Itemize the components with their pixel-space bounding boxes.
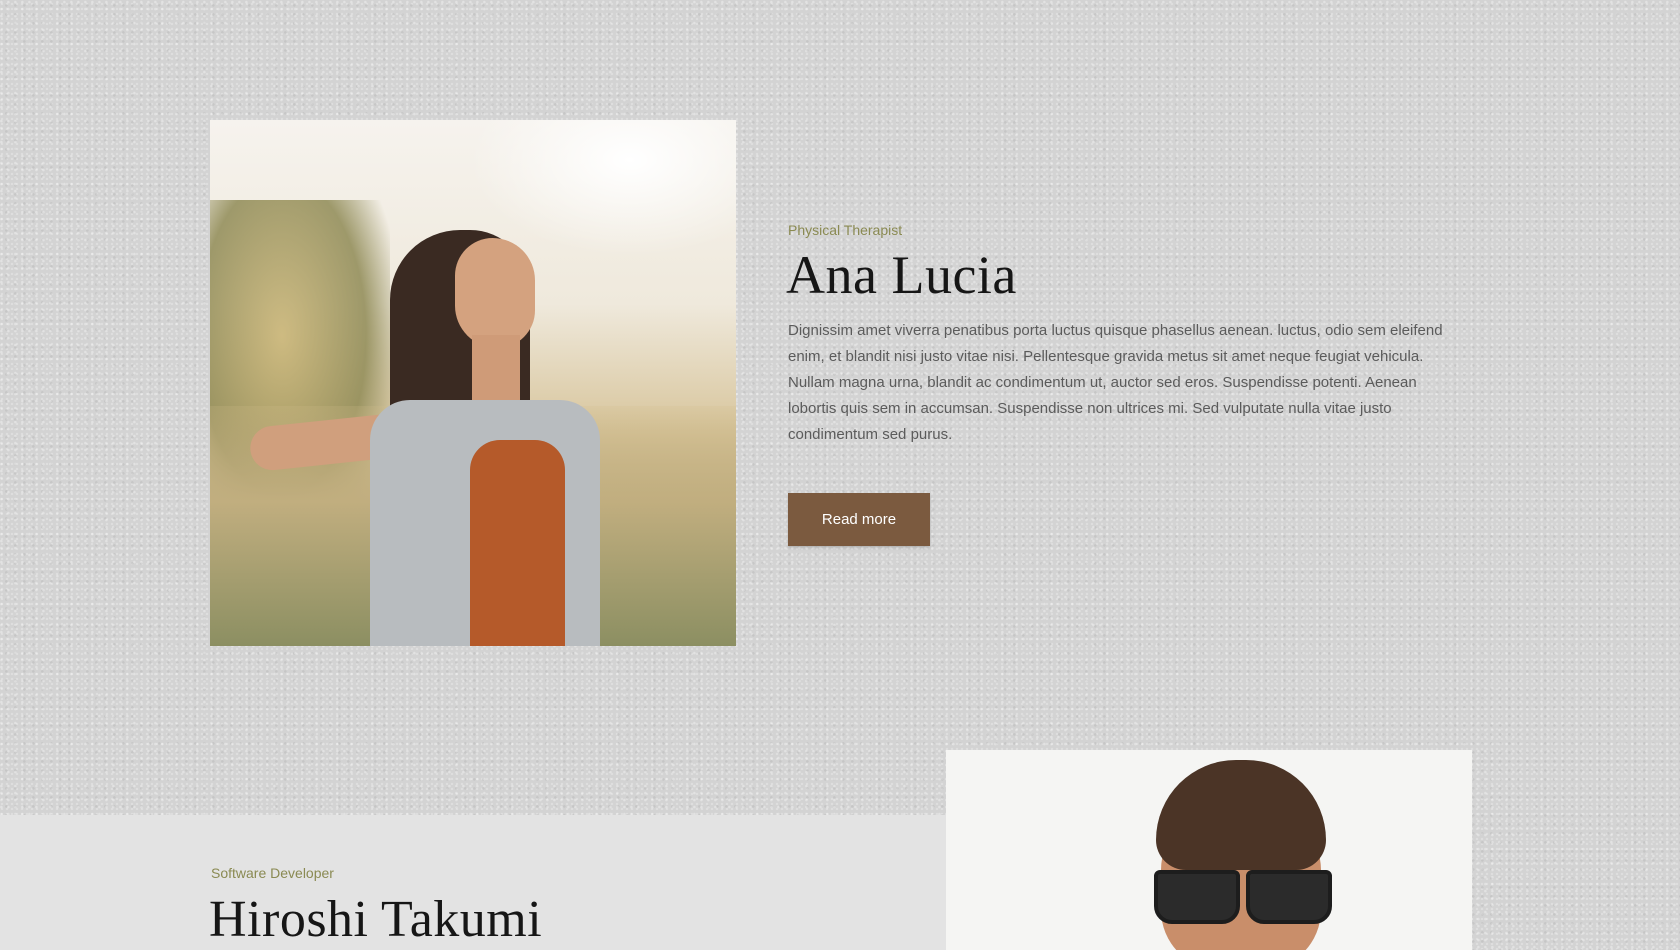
photo-top [470, 440, 565, 646]
photo-lens-right [1246, 870, 1332, 924]
photo-neck [472, 335, 520, 405]
profile-name-ana: Ana Lucia [786, 245, 1017, 305]
hiroshi-takumi-photo [946, 750, 1472, 950]
read-more-button[interactable]: Read more [788, 493, 930, 546]
photo-sunglasses [1146, 870, 1336, 924]
photo-hair [1156, 760, 1326, 870]
photo-lens-left [1154, 870, 1240, 924]
profile-bio-ana: Dignissim amet viverra penatibus porta l… [788, 322, 1443, 443]
photo-face [455, 238, 535, 348]
ana-lucia-photo [210, 120, 736, 646]
profile-name-hiroshi: Hiroshi Takumi [209, 891, 543, 948]
profile-role-ana: Physical Therapist [788, 222, 903, 238]
profile-role-hiroshi: Software Developer [211, 865, 334, 881]
